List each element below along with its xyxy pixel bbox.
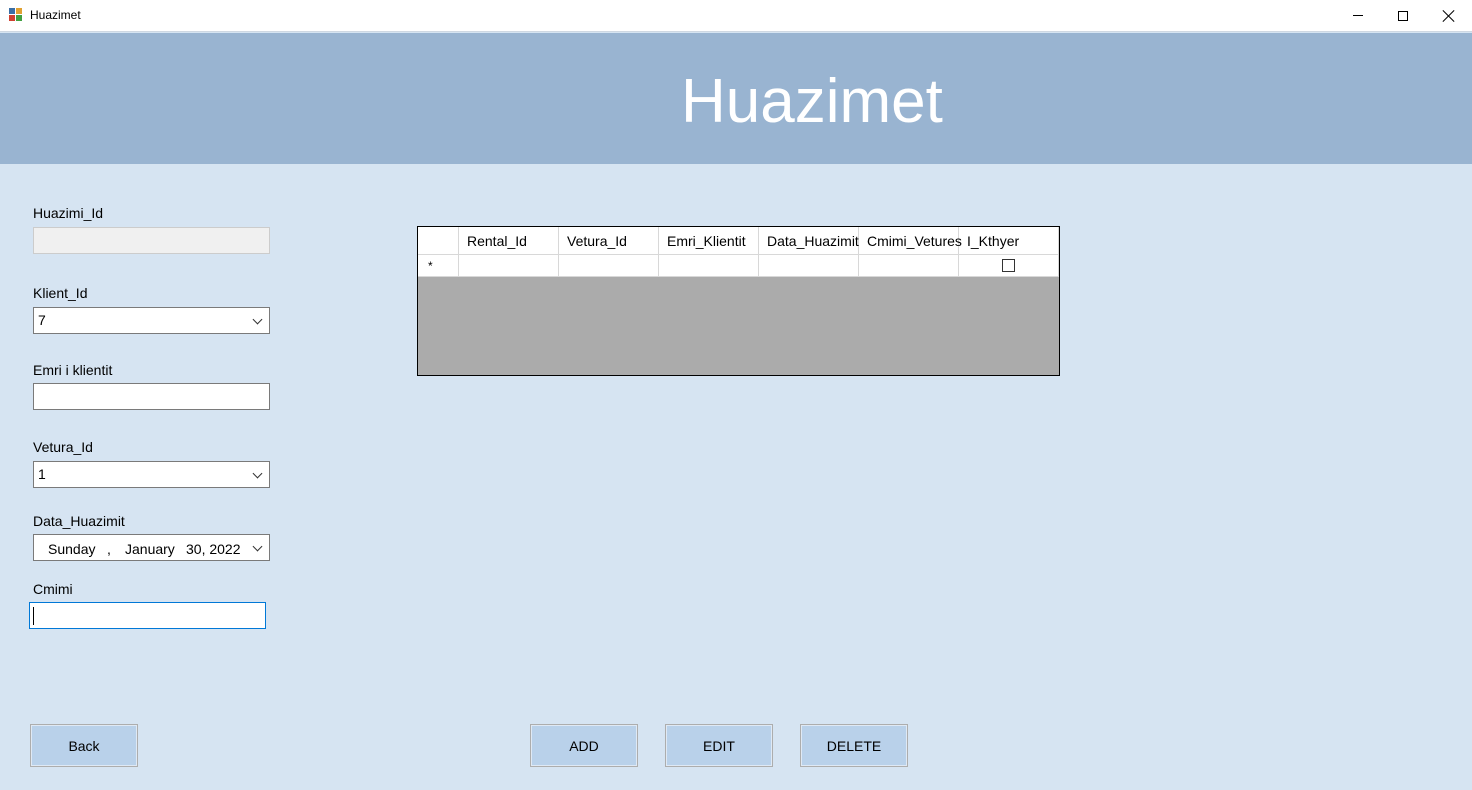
window-title: Huazimet — [30, 8, 81, 22]
huazimi-id-field — [33, 227, 270, 254]
text-caret — [33, 607, 34, 625]
close-icon — [1443, 10, 1455, 22]
cell-emri-klientit[interactable] — [659, 255, 759, 277]
cell-cmimi-vetures[interactable] — [859, 255, 959, 277]
column-header-cmimi-vetures[interactable]: Cmimi_Vetures — [859, 227, 962, 255]
app-icon — [9, 8, 23, 22]
column-header-i-kthyer[interactable]: I_Kthyer — [959, 227, 1059, 255]
column-header-emri-klientit[interactable]: Emri_Klientit — [659, 227, 759, 255]
add-button[interactable]: ADD — [530, 724, 638, 767]
chevron-down-icon[interactable] — [252, 541, 263, 552]
date-weekday[interactable]: Sunday — [48, 541, 95, 557]
maximize-icon — [1398, 10, 1408, 21]
cell-rental-id[interactable] — [459, 255, 559, 277]
column-header-rental-id[interactable]: Rental_Id — [459, 227, 559, 255]
data-huazimit-label: Data_Huazimit — [33, 513, 125, 529]
maximize-button[interactable] — [1380, 0, 1426, 31]
column-header-data-huazimit[interactable]: Data_Huazimit — [759, 227, 859, 255]
data-huazimit-date-picker[interactable]: Sunday , January 30, 2022 — [33, 534, 270, 561]
i-kthyer-checkbox[interactable] — [1002, 259, 1015, 272]
klient-id-label: Klient_Id — [33, 285, 88, 301]
page-title: Huazimet — [681, 67, 943, 136]
row-header[interactable]: * — [418, 255, 459, 277]
back-button[interactable]: Back — [30, 724, 138, 767]
date-separator: , — [107, 541, 111, 557]
grid-corner-header[interactable] — [418, 227, 459, 255]
cmimi-field[interactable] — [29, 602, 266, 629]
vetura-id-dropdown[interactable]: 1 — [33, 461, 270, 488]
column-header-vetura-id[interactable]: Vetura_Id — [559, 227, 659, 255]
emri-klientit-label: Emri i klientit — [33, 362, 113, 378]
vetura-id-value: 1 — [38, 466, 46, 482]
date-month[interactable]: January — [125, 541, 175, 557]
klient-id-value: 7 — [38, 312, 46, 328]
minimize-button[interactable] — [1335, 0, 1381, 31]
klient-id-dropdown[interactable]: 7 — [33, 307, 270, 334]
chevron-down-icon — [252, 314, 263, 325]
rentals-data-grid[interactable]: Rental_Id Vetura_Id Emri_Klientit Data_H… — [417, 226, 1060, 376]
chevron-down-icon — [252, 468, 263, 479]
cmimi-label: Cmimi — [33, 581, 73, 597]
header-banner: Huazimet — [0, 33, 1472, 164]
emri-klientit-field[interactable] — [33, 383, 270, 410]
grid-header-row: Rental_Id Vetura_Id Emri_Klientit Data_H… — [418, 227, 1059, 255]
cell-i-kthyer[interactable] — [959, 255, 1059, 277]
table-row[interactable]: * — [418, 255, 1059, 277]
minimize-icon — [1353, 15, 1363, 16]
vetura-id-label: Vetura_Id — [33, 439, 93, 455]
new-row-marker: * — [428, 259, 433, 273]
cell-data-huazimit[interactable] — [759, 255, 859, 277]
edit-button[interactable]: EDIT — [665, 724, 773, 767]
date-day-year[interactable]: 30, 2022 — [186, 541, 241, 557]
window-titlebar: Huazimet — [0, 0, 1472, 32]
delete-button[interactable]: DELETE — [800, 724, 908, 767]
huazimi-id-label: Huazimi_Id — [33, 205, 104, 221]
close-button[interactable] — [1426, 0, 1472, 31]
cell-vetura-id[interactable] — [559, 255, 659, 277]
